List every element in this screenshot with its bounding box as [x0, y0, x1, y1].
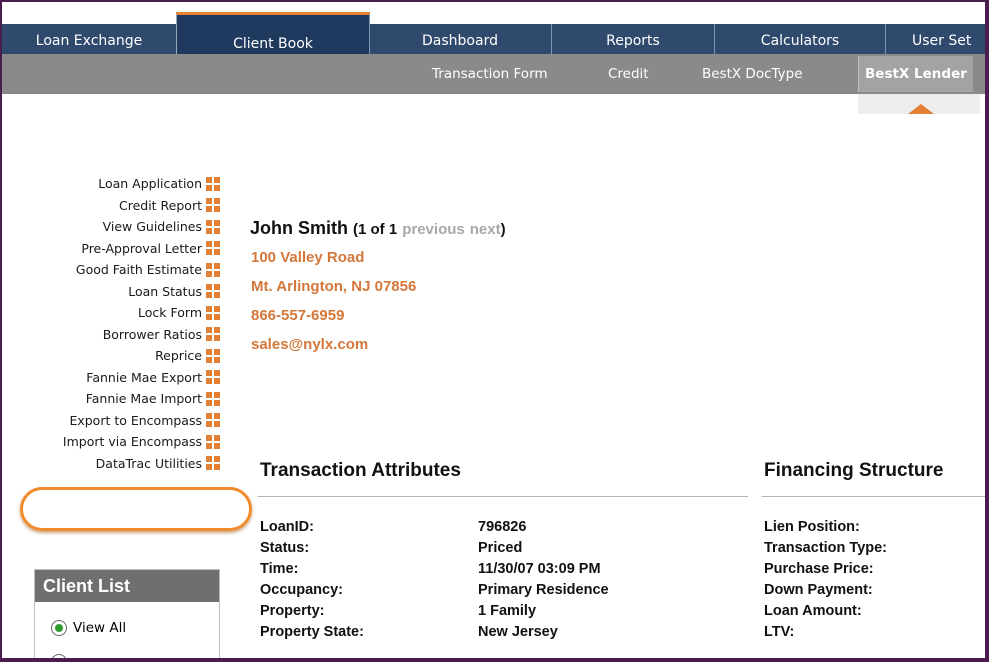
next-link[interactable]: next: [470, 221, 501, 238]
loan-amount-label: Loan Amount:: [764, 603, 862, 619]
grip-icon: [206, 434, 220, 449]
menu-item-view-guidelines[interactable]: View Guidelines: [2, 216, 224, 238]
time-value: 11/30/07 03:09 PM: [478, 561, 601, 577]
transaction-type-label: Transaction Type:: [764, 540, 888, 556]
loanid-value: 796826: [478, 519, 527, 535]
transaction-attributes-title: Transaction Attributes: [260, 460, 461, 481]
client-list-title: Client List: [35, 570, 219, 602]
menu-item-pre-approval-letter[interactable]: Pre-Approval Letter: [2, 238, 224, 260]
menu-item-reprice[interactable]: Reprice: [2, 345, 224, 367]
tab-user-settings[interactable]: User Set: [886, 24, 985, 54]
section-divider: [762, 496, 985, 497]
grip-icon: [206, 262, 220, 277]
occupancy-value: Primary Residence: [478, 582, 609, 598]
menu-item-import-via-encompass[interactable]: Import via Encompass: [2, 431, 224, 453]
menu-item-credit-report[interactable]: Credit Report: [2, 195, 224, 217]
client-address-line2[interactable]: Mt. Arlington, NJ 07856: [251, 278, 416, 295]
ltv-label: LTV:: [764, 624, 795, 640]
lien-position-label: Lien Position:: [764, 519, 860, 535]
status-value: Priced: [478, 540, 523, 556]
tab-client-book[interactable]: Client Book: [176, 12, 370, 57]
grip-icon: [206, 413, 220, 428]
client-email[interactable]: sales@nylx.com: [251, 336, 368, 353]
tab-reports[interactable]: Reports: [552, 24, 715, 54]
view-all-option[interactable]: View All: [51, 620, 126, 636]
client-list-panel: Client List View All: [34, 569, 220, 658]
grip-icon: [206, 198, 220, 213]
subtab-bestx-doctype[interactable]: BestX DocType: [702, 54, 803, 94]
grip-icon: [206, 327, 220, 342]
sub-nav: Transaction Form Credit BestX DocType Be…: [2, 54, 985, 94]
time-label: Time:: [260, 561, 299, 577]
subtab-credit[interactable]: Credit: [608, 54, 649, 94]
grip-icon: [206, 391, 220, 406]
tab-loan-exchange[interactable]: Loan Exchange: [2, 24, 177, 54]
previous-link[interactable]: previous: [402, 221, 465, 238]
grip-icon: [206, 284, 220, 299]
property-state-value: New Jersey: [478, 624, 558, 640]
grip-icon: [206, 219, 220, 234]
client-name: John Smith: [250, 218, 348, 238]
status-label: Status:: [260, 540, 310, 556]
menu-item-fannie-mae-export[interactable]: Fannie Mae Export: [2, 367, 224, 389]
tab-calculators[interactable]: Calculators: [715, 24, 886, 54]
subtab-bestx-lender[interactable]: BestX Lender: [858, 56, 973, 92]
property-label: Property:: [260, 603, 325, 619]
main-nav: Loan Exchange Client Book Dashboard Repo…: [2, 12, 985, 57]
menu-item-datatrac-utilities[interactable]: DataTrac Utilities: [2, 453, 224, 475]
client-phone[interactable]: 866-557-6959: [251, 307, 344, 324]
purchase-price-label: Purchase Price:: [764, 561, 874, 577]
client-address-line1[interactable]: 100 Valley Road: [251, 249, 364, 266]
subtab-transaction-form[interactable]: Transaction Form: [432, 54, 548, 94]
active-subtab-caret-icon: [908, 104, 934, 114]
grip-icon: [206, 176, 220, 191]
property-value: 1 Family: [478, 603, 537, 619]
radio-selected-icon[interactable]: [51, 620, 67, 636]
action-menu: Loan Application Credit Report View Guid…: [2, 173, 224, 474]
app-window: Loan Exchange Client Book Dashboard Repo…: [2, 2, 985, 658]
financing-structure-title: Financing Structure: [764, 460, 944, 481]
menu-item-lock-form[interactable]: Lock Form: [2, 302, 224, 324]
grip-icon: [206, 241, 220, 256]
grip-icon: [206, 456, 220, 471]
down-payment-label: Down Payment:: [764, 582, 873, 598]
highlight-ring: [20, 487, 252, 531]
loanid-label: LoanID:: [260, 519, 314, 535]
tab-dashboard[interactable]: Dashboard: [369, 24, 552, 54]
section-divider: [258, 496, 748, 497]
menu-item-borrower-ratios[interactable]: Borrower Ratios: [2, 324, 224, 346]
property-state-label: Property State:: [260, 624, 364, 640]
grip-icon: [206, 348, 220, 363]
menu-item-export-to-encompass[interactable]: Export to Encompass: [2, 410, 224, 432]
radio-unselected-icon[interactable]: [51, 654, 67, 658]
menu-item-fannie-mae-import[interactable]: Fannie Mae Import: [2, 388, 224, 410]
menu-item-good-faith-estimate[interactable]: Good Faith Estimate: [2, 259, 224, 281]
menu-item-loan-status[interactable]: Loan Status: [2, 281, 224, 303]
occupancy-label: Occupancy:: [260, 582, 343, 598]
grip-icon: [206, 305, 220, 320]
grip-icon: [206, 370, 220, 385]
client-header: John Smith (1 of 1 previous next): [250, 218, 506, 238]
menu-item-loan-application[interactable]: Loan Application: [2, 173, 224, 195]
